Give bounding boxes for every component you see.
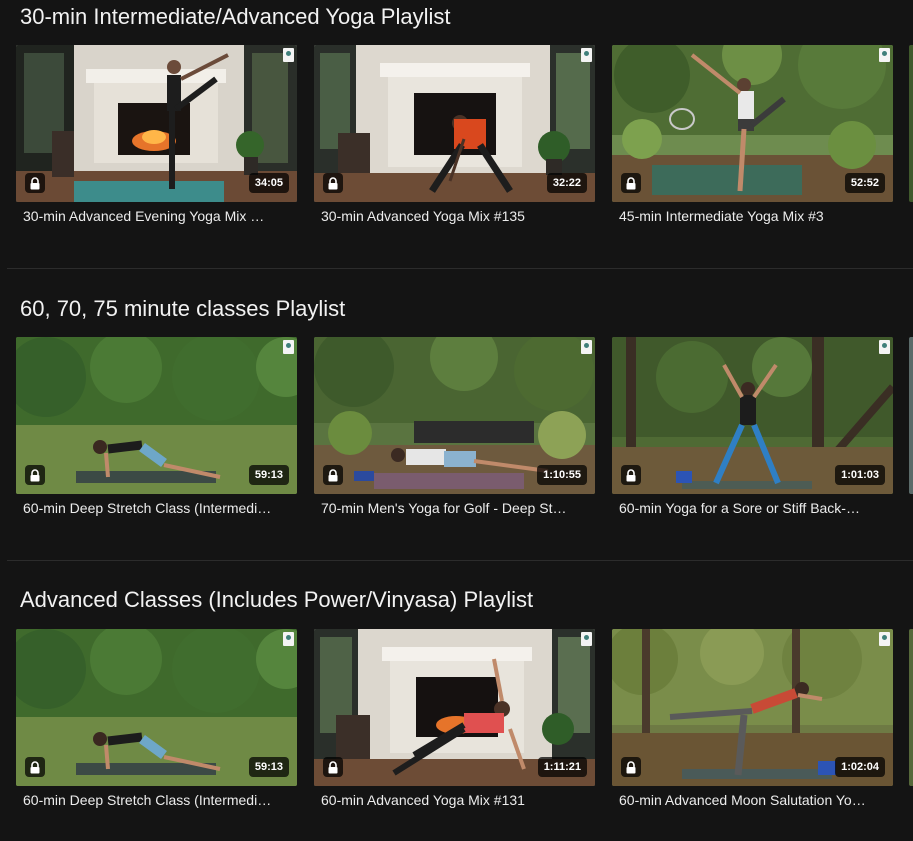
playlist-section-3: Advanced Classes (Includes Power/Vinyasa… [0, 583, 913, 841]
lock-icon [621, 465, 641, 485]
playlist-title[interactable]: 30-min Intermediate/Advanced Yoga Playli… [20, 4, 450, 30]
video-thumbnail[interactable]: 1:02:04 [612, 629, 893, 786]
channel-badge-icon [581, 48, 592, 62]
video-card[interactable]: 59:13 60-min Deep Stretch Class (Interme… [16, 337, 297, 516]
lock-icon [323, 173, 343, 193]
playlist-section-1: 30-min Intermediate/Advanced Yoga Playli… [0, 0, 913, 270]
video-title[interactable]: 70-min Men's Yoga for Golf - Deep St… [321, 499, 591, 517]
video-duration: 1:02:04 [835, 757, 885, 777]
video-duration: 1:11:21 [537, 757, 587, 777]
playlist-browser: 30-min Intermediate/Advanced Yoga Playli… [0, 0, 913, 841]
video-thumbnail[interactable]: 32:22 [314, 45, 595, 202]
video-thumbnail[interactable]: 1:10:55 [314, 337, 595, 494]
video-card[interactable]: 52:52 45-min Intermediate Yoga Mix #3 [612, 45, 893, 224]
video-duration: 34:05 [248, 173, 289, 193]
next-card-peek[interactable] [909, 337, 913, 494]
video-thumbnail[interactable]: 1:01:03 [612, 337, 893, 494]
video-duration: 59:13 [248, 465, 289, 485]
video-title[interactable]: 60-min Advanced Moon Salutation Yo… [619, 791, 889, 809]
video-title[interactable]: 60-min Advanced Yoga Mix #131 [321, 791, 591, 809]
video-thumbnail[interactable]: 59:13 [16, 337, 297, 494]
video-duration: 1:10:55 [537, 465, 587, 485]
video-thumbnail[interactable]: 34:05 [16, 45, 297, 202]
video-title[interactable]: 60-min Yoga for a Sore or Stiff Back-… [619, 499, 889, 517]
lock-icon [25, 757, 45, 777]
lock-icon [25, 465, 45, 485]
channel-badge-icon [879, 632, 890, 646]
video-duration: 52:52 [844, 173, 885, 193]
channel-badge-icon [581, 632, 592, 646]
video-thumbnail[interactable]: 52:52 [612, 45, 893, 202]
channel-badge-icon [283, 340, 294, 354]
video-duration: 32:22 [546, 173, 587, 193]
channel-badge-icon [879, 340, 890, 354]
next-card-peek[interactable] [909, 629, 913, 786]
video-card[interactable]: 1:11:21 60-min Advanced Yoga Mix #131 [314, 629, 595, 808]
lock-icon [323, 757, 343, 777]
channel-badge-icon [879, 48, 890, 62]
video-card[interactable]: 1:02:04 60-min Advanced Moon Salutation … [612, 629, 893, 808]
video-title[interactable]: 30-min Advanced Evening Yoga Mix … [23, 207, 293, 225]
next-card-peek[interactable] [909, 45, 913, 202]
video-title[interactable]: 60-min Deep Stretch Class (Intermedi… [23, 791, 293, 809]
channel-badge-icon [581, 340, 592, 354]
video-title[interactable]: 45-min Intermediate Yoga Mix #3 [619, 207, 889, 225]
section-divider [7, 268, 913, 269]
channel-badge-icon [283, 632, 294, 646]
video-title[interactable]: 60-min Deep Stretch Class (Intermedi… [23, 499, 293, 517]
video-card[interactable]: 59:13 60-min Deep Stretch Class (Interme… [16, 629, 297, 808]
lock-icon [621, 757, 641, 777]
video-thumbnail[interactable]: 1:11:21 [314, 629, 595, 786]
lock-icon [323, 465, 343, 485]
video-card[interactable]: 32:22 30-min Advanced Yoga Mix #135 [314, 45, 595, 224]
channel-badge-icon [283, 48, 294, 62]
video-title[interactable]: 30-min Advanced Yoga Mix #135 [321, 207, 591, 225]
lock-icon [621, 173, 641, 193]
playlist-title[interactable]: Advanced Classes (Includes Power/Vinyasa… [20, 587, 533, 613]
video-thumbnail[interactable]: 59:13 [16, 629, 297, 786]
video-card[interactable]: 34:05 30-min Advanced Evening Yoga Mix … [16, 45, 297, 224]
section-divider [7, 560, 913, 561]
lock-icon [25, 173, 45, 193]
playlist-section-2: 60, 70, 75 minute classes Playlist 59:13… [0, 292, 913, 562]
video-card[interactable]: 1:10:55 70-min Men's Yoga for Golf - Dee… [314, 337, 595, 516]
playlist-title[interactable]: 60, 70, 75 minute classes Playlist [20, 296, 345, 322]
video-duration: 59:13 [248, 757, 289, 777]
video-duration: 1:01:03 [835, 465, 885, 485]
video-card[interactable]: 1:01:03 60-min Yoga for a Sore or Stiff … [612, 337, 893, 516]
